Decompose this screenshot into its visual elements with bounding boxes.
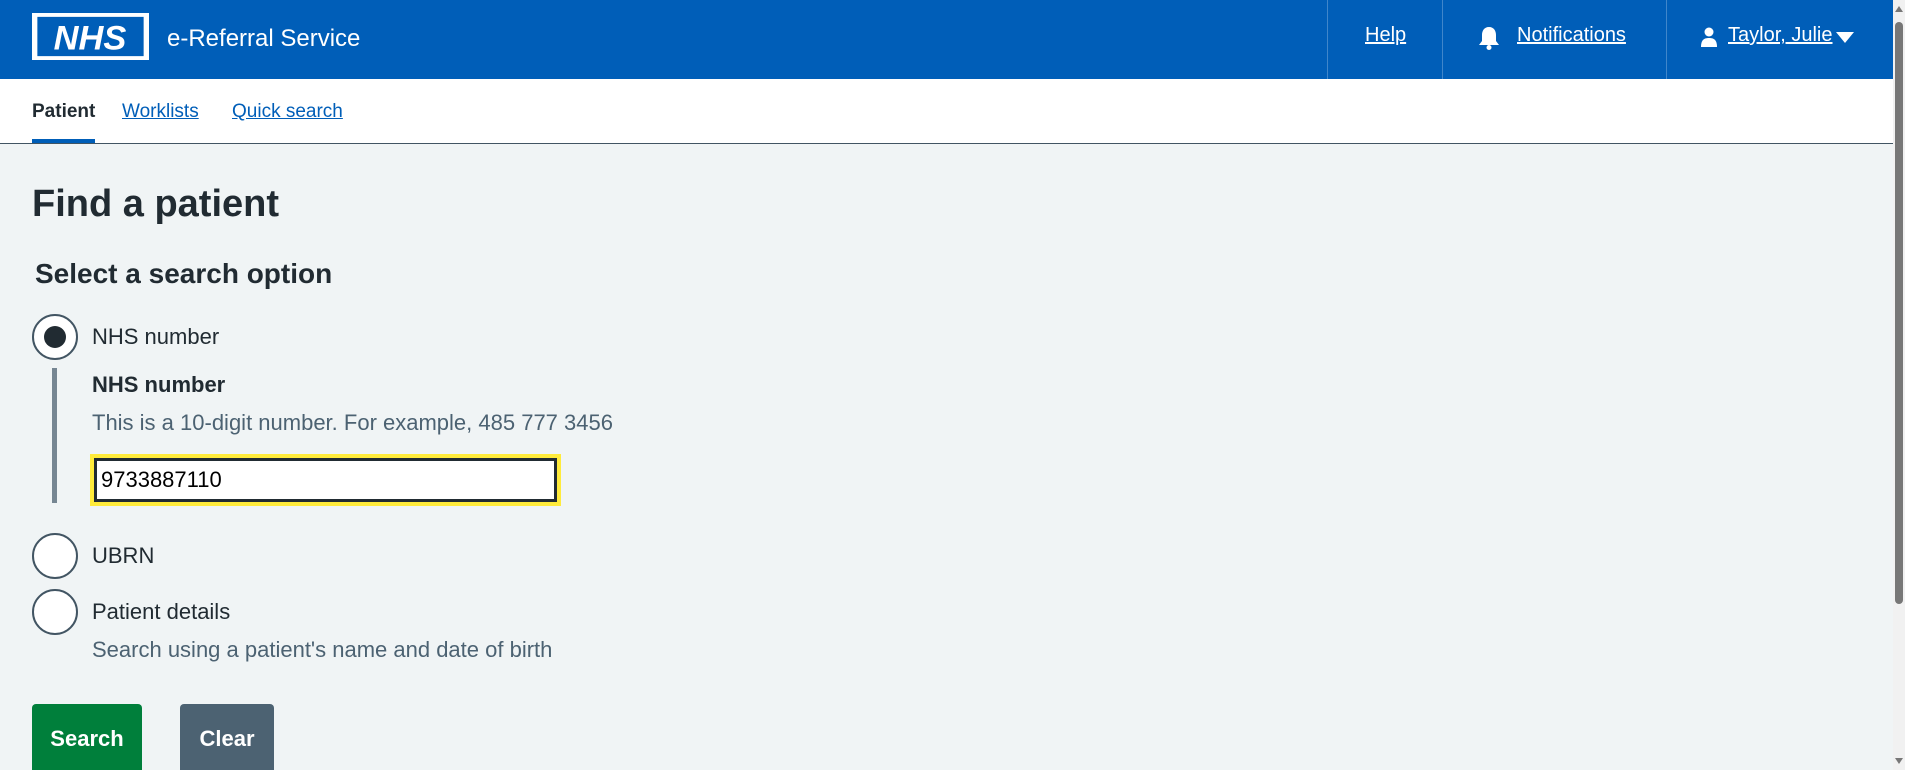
notifications-link[interactable]: Notifications — [1517, 24, 1626, 47]
search-button[interactable]: Search — [32, 704, 142, 770]
radio-label-patient-details[interactable]: Patient details — [92, 599, 230, 625]
header-divider — [1327, 0, 1328, 79]
nhs-logo-graphic: NHS — [34, 14, 147, 59]
header-divider — [1442, 0, 1443, 79]
scroll-down-arrow-icon[interactable] — [1895, 758, 1903, 764]
radio-label-ubrn[interactable]: UBRN — [92, 543, 154, 569]
site-header: NHS e-Referral Service Help Notification… — [0, 0, 1893, 79]
caret-down-icon[interactable] — [1836, 32, 1854, 43]
radio-nhs-number[interactable] — [32, 314, 78, 360]
person-icon — [1701, 27, 1717, 47]
active-nav-indicator — [32, 139, 95, 143]
patient-details-hint: Search using a patient's name and date o… — [92, 637, 553, 662]
nhs-logo[interactable]: NHS — [32, 13, 149, 60]
radio-patient-details[interactable] — [32, 589, 78, 635]
nav-item-patient[interactable]: Patient — [32, 101, 95, 123]
header-divider — [1666, 0, 1667, 79]
help-link[interactable]: Help — [1365, 24, 1406, 47]
scroll-thumb[interactable] — [1895, 22, 1903, 604]
clear-button[interactable]: Clear — [180, 704, 274, 770]
nav-item-quick-search[interactable]: Quick search — [232, 101, 343, 123]
logo-text: NHS — [54, 19, 127, 57]
scroll-up-arrow-icon[interactable] — [1895, 6, 1903, 12]
nhs-number-input-focus-ring — [90, 454, 561, 506]
bell-icon — [1479, 27, 1499, 50]
service-name: e-Referral Service — [167, 25, 361, 52]
conditional-reveal-bar — [52, 368, 57, 503]
radio-label-nhs-number[interactable]: NHS number — [92, 324, 219, 350]
nav-item-worklists[interactable]: Worklists — [122, 101, 199, 123]
nhs-number-field-label: NHS number — [92, 372, 226, 397]
page: NHS e-Referral Service Help Notification… — [0, 0, 1905, 770]
nhs-number-input[interactable] — [94, 458, 557, 502]
radio-ubrn[interactable] — [32, 533, 78, 579]
page-title: Find a patient — [32, 183, 279, 225]
search-option-legend: Select a search option — [35, 258, 333, 289]
nhs-number-hint: This is a 10-digit number. For example, … — [92, 410, 613, 435]
vertical-scrollbar[interactable] — [1893, 0, 1905, 770]
user-menu-link[interactable]: Taylor, Julie — [1728, 24, 1833, 47]
sub-navigation: Patient Worklists Quick search — [0, 79, 1893, 144]
